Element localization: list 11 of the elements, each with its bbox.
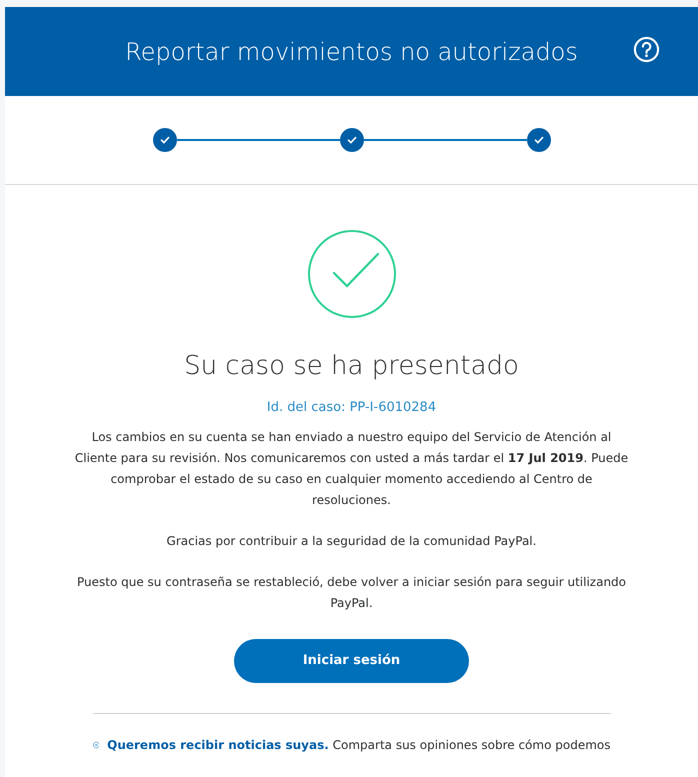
feedback-text: Comparta sus opiniones sobre cómo podemos [332, 738, 610, 752]
result-title: Su caso se ha presentado [184, 350, 519, 383]
page-title: Reportar movimientos no autorizados [125, 36, 578, 68]
case-id: Id. del caso: PP-I-6010284 [266, 399, 436, 417]
feedback-link[interactable]: Queremos recibir noticias suyas. [107, 738, 329, 752]
body-paragraph: Gracias por contribuir a la seguridad de la comunidad PayPal. [166, 532, 538, 550]
body-paragraph: Puesto que su contraseña se restableció, debe volver a iniciar sesión para seguir utilizando PayPal. [76, 574, 628, 612]
login-button[interactable]: Iniciar sesión [234, 638, 469, 682]
success-check-icon [306, 229, 396, 319]
body-paragraph: Los cambios en su cuenta se han enviado a nuestro equipo del Servicio de Atención al Cliente para su revisión. Nos comunicaremos con usted a más tardar el 17 Jul 2019. Puede comprobar el estado de su caso en cualquier momento accediendo al Centro de resoluciones. [74, 428, 630, 508]
help-icon[interactable] [633, 36, 660, 63]
